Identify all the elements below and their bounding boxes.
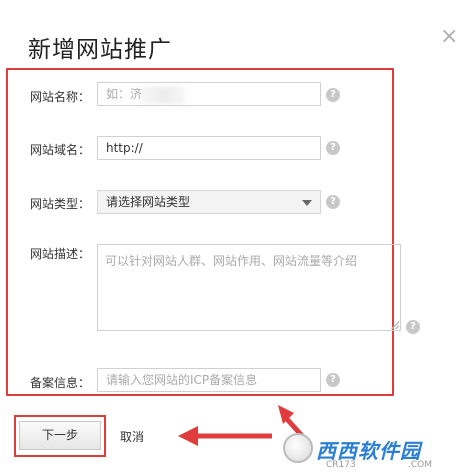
annotation-arrows <box>178 405 306 446</box>
watermark-logo-icon <box>283 433 313 463</box>
watermark-site-right: .COM <box>408 460 432 470</box>
watermark-site-left: CR173 <box>326 460 356 470</box>
arrow-left-head <box>178 426 198 446</box>
